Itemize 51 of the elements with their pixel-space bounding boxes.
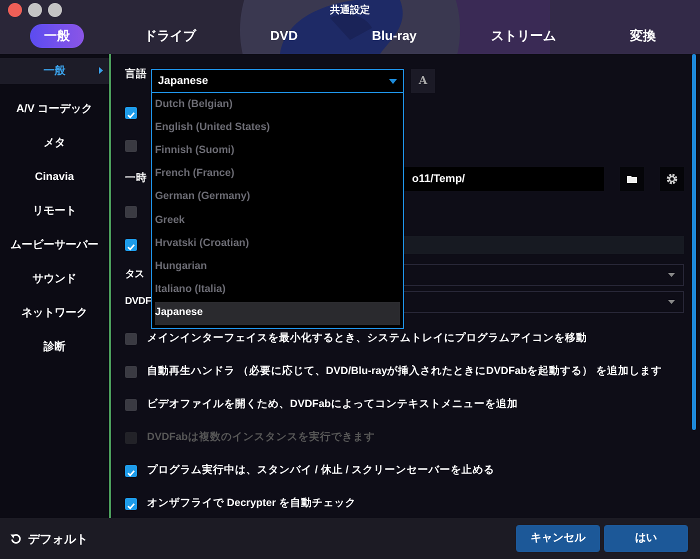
dropdown-option[interactable]: Japanese: [155, 302, 400, 325]
sidebar-item[interactable]: A/V コーデック: [0, 92, 109, 126]
folder-button[interactable]: [620, 166, 644, 190]
font-button[interactable]: A: [411, 69, 435, 93]
settings-button[interactable]: [660, 166, 684, 190]
tab[interactable]: 変換: [616, 24, 670, 48]
sidebar-item[interactable]: サウンド: [0, 262, 109, 296]
checkbox[interactable]: [125, 206, 137, 218]
ok-button[interactable]: はい: [604, 525, 688, 552]
sidebar-item[interactable]: 診断: [0, 330, 109, 364]
setting-label: 自動再生ハンドラ （必要に応じて、DVD/Blu-rayが挿入されたときにDVDFabを起動する） を追加します: [147, 364, 662, 379]
sidebar-item[interactable]: Cinavia: [0, 160, 109, 194]
tab[interactable]: Blu-ray: [358, 24, 431, 48]
checkbox[interactable]: [125, 498, 137, 510]
tab[interactable]: DVD: [256, 24, 312, 48]
sidebar-item[interactable]: ネットワーク: [0, 296, 109, 330]
caret-icon: [668, 272, 675, 276]
checkbox[interactable]: [125, 398, 137, 410]
language-label: 言語: [125, 67, 147, 82]
sidebar-item[interactable]: リモート: [0, 194, 109, 228]
setting-label: プログラム実行中は、スタンバイ / 休止 / スクリーンセーバーを止める: [147, 462, 495, 478]
gear-icon: [666, 172, 678, 184]
tab[interactable]: 一般: [30, 24, 84, 48]
path-label: 一時: [125, 170, 147, 186]
checkbox[interactable]: [125, 238, 137, 250]
setting-label: DVDFabは複数のインスタンスを実行できます: [147, 430, 375, 445]
scrollbar[interactable]: [692, 54, 696, 430]
default-button[interactable]: デフォルト: [10, 530, 88, 548]
caret-icon: [668, 300, 675, 304]
checkbox[interactable]: [125, 333, 137, 345]
caret-icon: [99, 67, 103, 74]
sidebar-item[interactable]: 一般: [0, 58, 109, 84]
setting-label: オンザフライで Decrypter を自動チェック: [147, 496, 356, 511]
folder-icon: [627, 174, 637, 182]
select-label: タス: [125, 268, 144, 282]
checkbox[interactable]: [125, 106, 137, 118]
reset-icon: [10, 532, 22, 544]
select-label: DVDF: [125, 295, 152, 309]
checkbox[interactable]: [125, 366, 137, 378]
checkbox[interactable]: [125, 140, 137, 152]
window-title: 共通設定: [329, 3, 371, 18]
cancel-button[interactable]: キャンセル: [516, 525, 600, 552]
setting-label: ビデオファイルを開くため、DVDFabによってコンテキストメニューを追加: [147, 396, 518, 412]
caret-icon: [389, 78, 397, 84]
sidebar-item[interactable]: メタ: [0, 126, 109, 160]
sidebar-item[interactable]: ムービーサーバー: [0, 228, 109, 262]
language-dropdown[interactable]: Japanese: [151, 69, 404, 93]
setting-label: メインインターフェイスを最小化するとき、システムトレイにプログラムアイコンを移動: [147, 331, 587, 346]
tab[interactable]: ストリーム: [476, 24, 570, 48]
tab[interactable]: ドライブ: [130, 24, 210, 48]
checkbox[interactable]: [125, 464, 137, 476]
